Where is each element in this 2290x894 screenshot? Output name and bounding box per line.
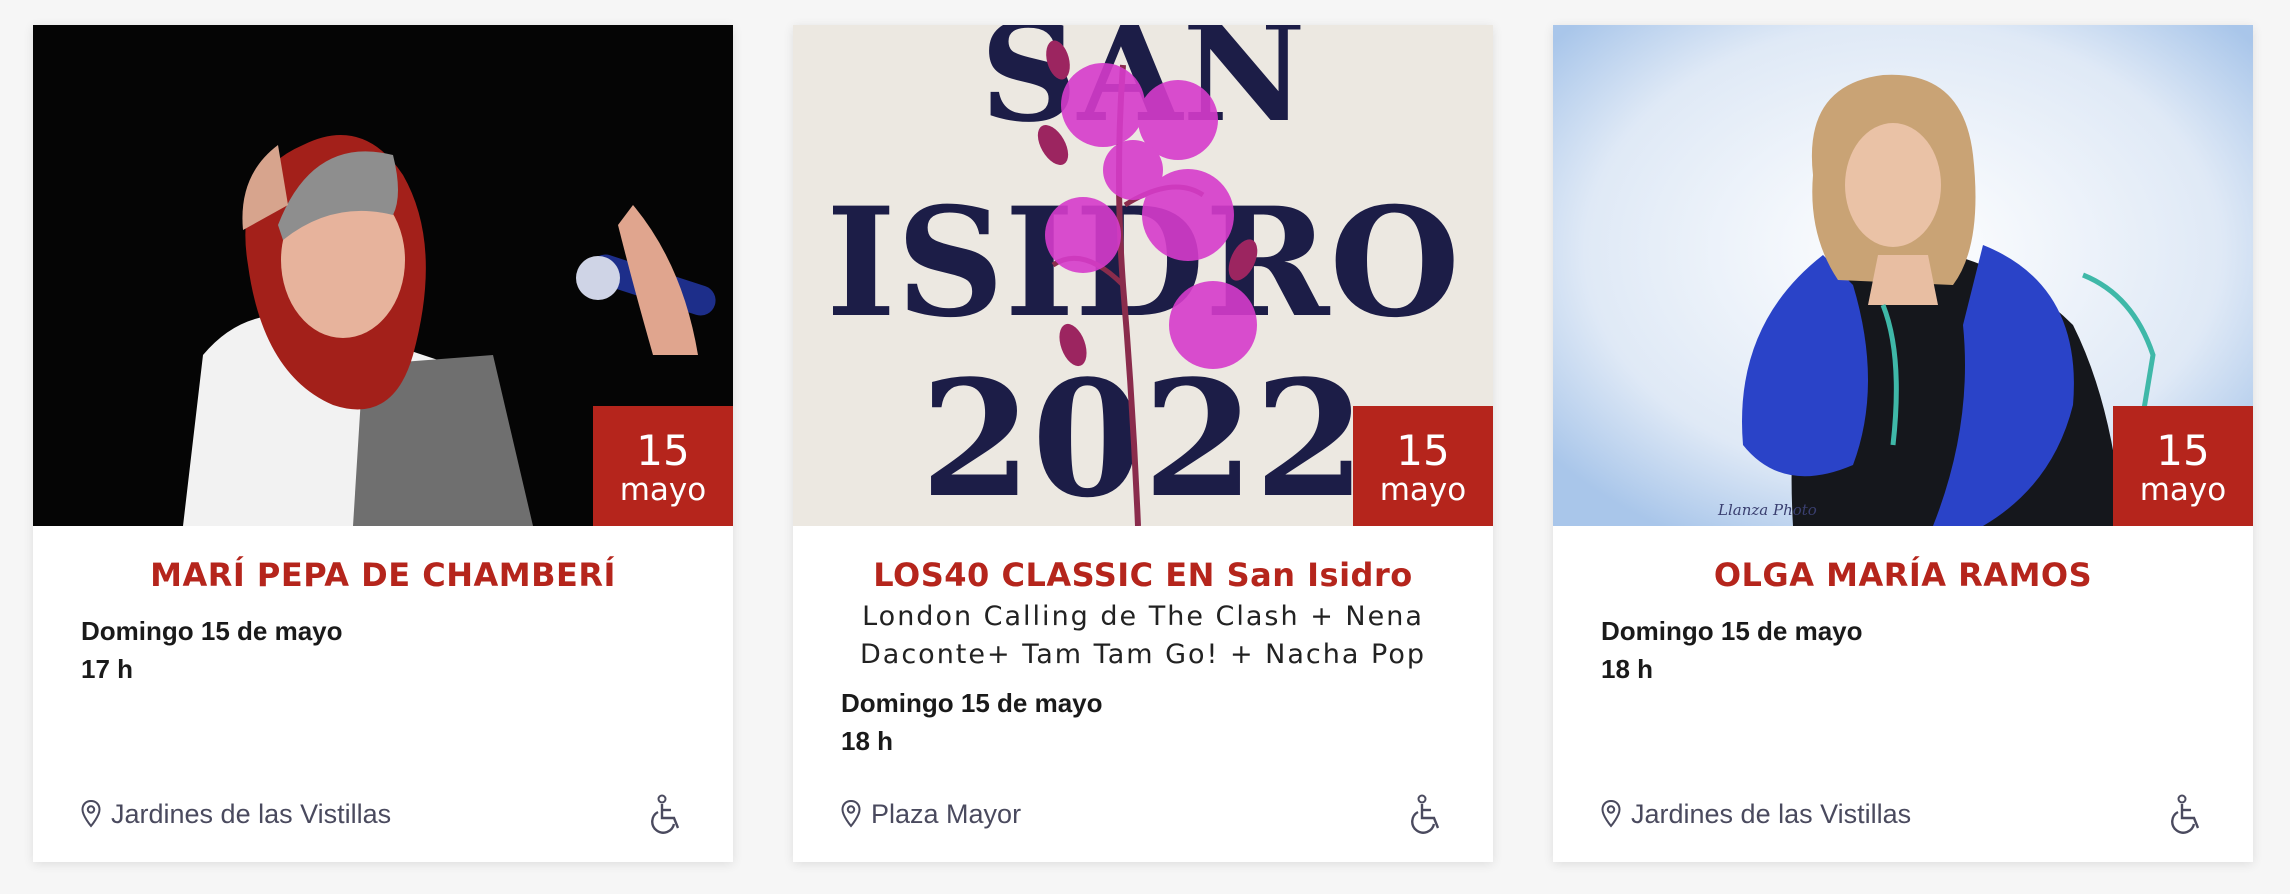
- wheelchair-accessible-icon[interactable]: [1409, 794, 1445, 834]
- venue-name: Jardines de las Vistillas: [1631, 798, 1912, 829]
- event-venue: Plaza Mayor: [841, 799, 1021, 830]
- event-card[interactable]: Llanza Photo 15 mayo OLGA MARÍA RAMOS Do…: [1553, 25, 2253, 862]
- event-date: Domingo 15 de mayo: [1601, 616, 1863, 646]
- event-image[interactable]: 15 mayo: [33, 25, 733, 526]
- date-badge: 15 mayo: [593, 406, 733, 526]
- event-title[interactable]: LOS40 CLASSIC EN San Isidro: [833, 556, 1453, 594]
- location-pin-icon: [1601, 800, 1621, 828]
- event-card[interactable]: SAN ISIDRO 2022 15 mayo LOS40 CLASSIC EN…: [793, 25, 1493, 862]
- event-venue: Jardines de las Vistillas: [81, 799, 391, 830]
- date-month: mayo: [1379, 472, 1467, 508]
- event-venue: Jardines de las Vistillas: [1601, 799, 1911, 830]
- date-day: 15: [2156, 426, 2210, 475]
- poster-line-3: 2022: [920, 345, 1365, 526]
- wheelchair-accessible-icon[interactable]: [2169, 794, 2205, 834]
- date-day: 15: [636, 426, 690, 475]
- event-image[interactable]: SAN ISIDRO 2022 15 mayo: [793, 25, 1493, 526]
- location-pin-icon: [81, 800, 101, 828]
- event-lineup: London Calling de The Clash + Nena Dacon…: [860, 601, 1426, 670]
- event-title[interactable]: OLGA MARÍA RAMOS: [1593, 556, 2213, 594]
- date-month: mayo: [2139, 472, 2227, 508]
- date-badge: 15 mayo: [2113, 406, 2253, 526]
- event-time: 17 h: [81, 654, 134, 684]
- photo-watermark: Llanza Photo: [1717, 501, 1817, 519]
- event-card[interactable]: 15 mayo MARÍ PEPA DE CHAMBERÍ Domingo 15…: [33, 25, 733, 862]
- poster-line-2: ISIDRO: [826, 175, 1460, 351]
- venue-name: Jardines de las Vistillas: [111, 798, 392, 829]
- venue-name: Plaza Mayor: [871, 798, 1022, 829]
- event-date: Domingo 15 de mayo: [841, 688, 1103, 718]
- event-image[interactable]: Llanza Photo 15 mayo: [1553, 25, 2253, 526]
- date-month: mayo: [619, 472, 707, 508]
- event-date: Domingo 15 de mayo: [81, 616, 343, 646]
- date-day: 15: [1396, 426, 1450, 475]
- event-time: 18 h: [841, 726, 894, 756]
- location-pin-icon: [841, 800, 861, 828]
- date-badge: 15 mayo: [1353, 406, 1493, 526]
- event-time: 18 h: [1601, 654, 1654, 684]
- wheelchair-accessible-icon[interactable]: [649, 794, 685, 834]
- event-title[interactable]: MARÍ PEPA DE CHAMBERÍ: [73, 556, 693, 594]
